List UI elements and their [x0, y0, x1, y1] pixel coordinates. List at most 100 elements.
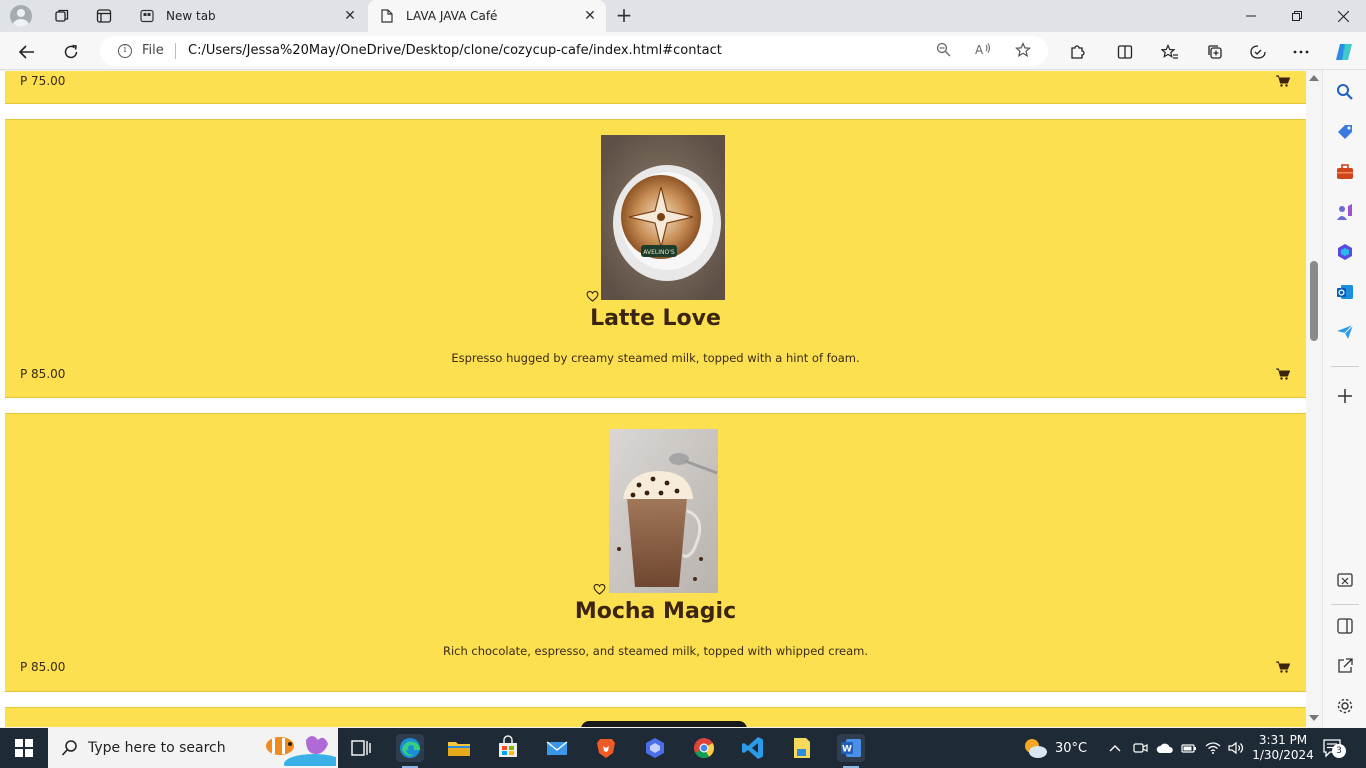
- volume-button[interactable]: [1228, 728, 1244, 768]
- address-bar[interactable]: i File C:/Users/Jessa%20May/OneDrive/Des…: [100, 36, 1048, 66]
- games-icon[interactable]: [1335, 202, 1355, 222]
- weather-widget[interactable]: 30°C: [1022, 728, 1087, 768]
- add-to-cart-icon[interactable]: [1276, 75, 1290, 87]
- refresh-button[interactable]: [58, 39, 84, 65]
- show-hidden-icons-button[interactable]: [1108, 728, 1122, 768]
- tab-lava-java[interactable]: LAVA JAVA Café ✕: [368, 0, 606, 32]
- hide-sidebar-icon[interactable]: [1335, 616, 1355, 636]
- scroll-up-arrow-icon[interactable]: [1309, 75, 1319, 81]
- onedrive-cloud-icon: [1156, 743, 1173, 753]
- divider: [175, 43, 176, 59]
- new-tab-button[interactable]: +: [612, 4, 636, 28]
- drop-send-icon[interactable]: [1335, 322, 1355, 342]
- speaker-icon: [1228, 741, 1244, 755]
- weather-temperature: 30°C: [1055, 740, 1088, 756]
- gear-icon[interactable]: [1335, 696, 1355, 716]
- restore-button[interactable]: [1274, 0, 1320, 32]
- menu-card-latte-love: AVELINO'S Latte Love Espresso hugged by …: [5, 119, 1306, 398]
- start-button[interactable]: [0, 728, 48, 768]
- mail-icon[interactable]: [543, 734, 571, 762]
- open-external-icon[interactable]: [1335, 656, 1355, 676]
- add-to-cart-icon[interactable]: [1276, 368, 1290, 380]
- scroll-down-arrow-icon[interactable]: [1309, 715, 1319, 721]
- minimize-button[interactable]: [1228, 0, 1274, 32]
- close-tab-icon[interactable]: ✕: [582, 8, 598, 24]
- add-icon[interactable]: [1335, 386, 1355, 406]
- copilot-icon[interactable]: [1331, 39, 1357, 65]
- microsoft-365-icon[interactable]: [1335, 242, 1355, 262]
- tab-actions-icon[interactable]: [92, 4, 116, 28]
- extensions-icon[interactable]: [1064, 39, 1090, 65]
- product-title: Mocha Magic: [574, 599, 737, 624]
- meet-now-button[interactable]: [1133, 728, 1148, 768]
- read-aloud-icon[interactable]: A: [974, 42, 992, 60]
- mocha-photo: [609, 429, 718, 593]
- product-price: P 85.00: [20, 367, 66, 381]
- close-window-button[interactable]: [1320, 0, 1366, 32]
- taskbar-app-word[interactable]: W: [837, 734, 865, 768]
- menu-card-partial: P 75.00: [5, 71, 1306, 104]
- battery-button[interactable]: [1181, 728, 1197, 768]
- camera-icon: [1133, 743, 1148, 753]
- tools-briefcase-icon[interactable]: [1335, 162, 1355, 182]
- page-scrollbar[interactable]: [1306, 71, 1322, 727]
- windows-taskbar: Type here to search W 30°C 3:31 PM 1/30/…: [0, 728, 1366, 768]
- svg-text:W: W: [842, 745, 852, 755]
- microsoft-store-icon[interactable]: [494, 734, 522, 762]
- weather-partly-cloudy-icon: [1025, 739, 1047, 758]
- search-icon[interactable]: [1335, 82, 1355, 102]
- taskbar-search-box[interactable]: Type here to search: [48, 728, 338, 768]
- task-view-icon[interactable]: [346, 734, 374, 762]
- favorite-heart-icon[interactable]: [586, 290, 599, 302]
- profile-avatar[interactable]: [10, 5, 32, 27]
- url-text[interactable]: C:/Users/Jessa%20May/OneDrive/Desktop/cl…: [188, 43, 722, 58]
- svg-text:AVELINO'S: AVELINO'S: [643, 249, 675, 256]
- search-highlight-illustration: [266, 736, 336, 766]
- network-button[interactable]: [1205, 728, 1221, 768]
- tab-new-tab[interactable]: New tab ✕: [128, 0, 366, 32]
- back-button[interactable]: [14, 39, 40, 65]
- menu-card-next: [5, 707, 1306, 727]
- divider: [1331, 604, 1359, 605]
- svg-text:A: A: [975, 43, 984, 57]
- product-title: Latte Love: [590, 306, 721, 331]
- scrollbar-thumb[interactable]: [1310, 261, 1318, 341]
- outlook-icon[interactable]: [1335, 282, 1355, 302]
- favorite-star-icon[interactable]: [1014, 41, 1032, 60]
- workspaces-icon[interactable]: [50, 4, 74, 28]
- file-explorer-icon[interactable]: [445, 734, 473, 762]
- vscode-icon[interactable]: [739, 734, 767, 762]
- navigation-bar: i File C:/Users/Jessa%20May/OneDrive/Des…: [0, 32, 1366, 70]
- product-description: Espresso hugged by creamy steamed milk, …: [451, 351, 860, 365]
- edge-sidebar: [1322, 70, 1366, 728]
- close-tab-icon[interactable]: ✕: [342, 8, 358, 24]
- edge-icon: [400, 738, 420, 758]
- chrome-icon[interactable]: [690, 734, 718, 762]
- copilot-app-icon[interactable]: [641, 734, 669, 762]
- onedrive-button[interactable]: [1156, 728, 1174, 768]
- search-icon: [61, 740, 77, 756]
- wifi-icon: [1205, 742, 1221, 754]
- product-photo-partial: [581, 721, 747, 727]
- browser-essentials-icon[interactable]: [1245, 39, 1271, 65]
- add-to-cart-icon[interactable]: [1276, 661, 1290, 673]
- notification-center-button[interactable]: 3: [1322, 728, 1346, 768]
- brave-icon[interactable]: [592, 734, 620, 762]
- taskbar-app-edge[interactable]: [396, 734, 424, 768]
- document-icon: [380, 9, 394, 23]
- favorite-heart-icon[interactable]: [593, 583, 606, 595]
- site-info-icon[interactable]: i: [118, 44, 132, 58]
- collections-icon[interactable]: [1202, 39, 1228, 65]
- clock-date: 1/30/2024: [1252, 748, 1314, 762]
- tab-strip: New tab ✕ LAVA JAVA Café ✕ +: [0, 0, 1366, 32]
- clock[interactable]: 3:31 PM 1/30/2024: [1252, 728, 1314, 768]
- split-screen-icon[interactable]: [1112, 39, 1138, 65]
- sticky-notes-icon[interactable]: [788, 734, 816, 762]
- shopping-tag-icon[interactable]: [1335, 122, 1355, 142]
- search-placeholder: Type here to search: [88, 740, 226, 756]
- windows-logo-icon: [15, 739, 33, 757]
- screenshot-icon[interactable]: [1335, 570, 1355, 590]
- zoom-icon[interactable]: [934, 42, 952, 60]
- settings-more-icon[interactable]: [1288, 39, 1314, 65]
- favorites-icon[interactable]: [1157, 39, 1183, 65]
